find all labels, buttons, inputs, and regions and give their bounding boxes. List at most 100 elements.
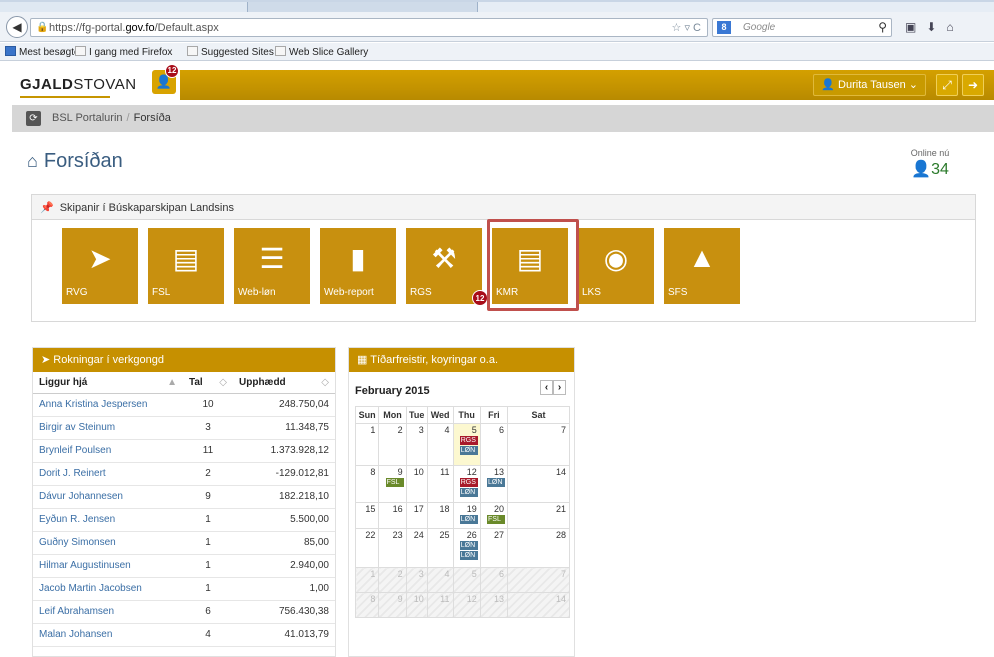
table-row[interactable]: Jacob Martin Jacobsen 1 1,00	[33, 577, 335, 601]
row-name[interactable]: Anna Kristina Jespersen	[33, 393, 183, 417]
calendar-day[interactable]: 5 RGS LØN	[452, 423, 481, 466]
table-row[interactable]: Dávur Johannesen 9 182.218,10	[33, 485, 335, 509]
refresh-icon[interactable]: ⟳	[26, 111, 41, 126]
calendar-day[interactable]: 22	[354, 528, 380, 568]
google-icon[interactable]: 8	[717, 21, 731, 34]
calendar-day[interactable]: 26 LØN LØN	[452, 528, 481, 568]
calendar-event[interactable]: LØN 201	[487, 478, 505, 487]
calendar-day[interactable]: 4	[426, 567, 454, 593]
calendar-day[interactable]: 7	[507, 567, 570, 593]
calendar-day[interactable]: 21	[507, 502, 570, 529]
calendar-event[interactable]: RGS	[459, 436, 478, 445]
logout-button[interactable]: ➜	[962, 74, 984, 96]
table-row[interactable]: Leif Abrahamsen 6 756.430,38	[33, 600, 335, 624]
row-name[interactable]: Hilmar Augustinusen	[33, 554, 183, 578]
calendar-day[interactable]: 27	[479, 528, 509, 568]
tab-2[interactable]	[248, 2, 478, 12]
col-header-count[interactable]: Tal ◇	[183, 372, 233, 394]
calendar-day[interactable]: 3	[405, 567, 428, 593]
calendar-day[interactable]: 9 FSL	[378, 465, 407, 503]
calendar-day[interactable]: 2	[378, 423, 407, 466]
row-name[interactable]: Leif Abrahamsen	[33, 600, 183, 624]
tile-web-report[interactable]: ▮ Web-report	[320, 228, 396, 304]
row-name[interactable]: Eyðun R. Jensen	[33, 508, 183, 532]
tab-1[interactable]	[0, 2, 248, 12]
calendar-day[interactable]: 8	[354, 592, 380, 618]
bookmark-web-slice[interactable]: Web Slice Gallery	[275, 46, 368, 58]
bookmark-firefox[interactable]: I gang med Firefox	[75, 46, 172, 58]
calendar-day[interactable]: 14	[507, 465, 570, 503]
tile-rvg[interactable]: ➤ RVG	[62, 228, 138, 304]
calendar-day[interactable]: 11	[426, 592, 454, 618]
calendar-day[interactable]: 12 RGS LØN	[452, 465, 481, 503]
col-header-amount[interactable]: Upphædd ◇	[233, 372, 335, 394]
reload-icon[interactable]: ☆ ▿ C	[672, 21, 701, 34]
calendar-day[interactable]: 17	[405, 502, 428, 529]
table-row[interactable]: Eyðun R. Jensen 1 5.500,00	[33, 508, 335, 532]
row-name[interactable]: Brynleif Poulsen	[33, 439, 183, 463]
tile-web-lon[interactable]: ☰ Web-løn	[234, 228, 310, 304]
calendar-event[interactable]: LØN	[459, 515, 478, 524]
back-button[interactable]: ◀	[6, 16, 28, 38]
calendar-day[interactable]: 1	[354, 423, 380, 466]
tile-rgs[interactable]: ⚒ RGS	[406, 228, 482, 304]
bookmark-suggested[interactable]: Suggested Sites	[187, 46, 274, 58]
next-month-button[interactable]: ›	[553, 380, 566, 395]
calendar-day[interactable]: 13	[479, 592, 509, 618]
tile-sfs[interactable]: ▲ SFS	[664, 228, 740, 304]
logo[interactable]: GJALDSTOVAN	[20, 76, 137, 93]
user-menu-button[interactable]: 👤 Durita Tausen ⌄	[813, 74, 926, 96]
calendar-day[interactable]: 13LØN 201	[479, 465, 509, 503]
calendar-day[interactable]: 12	[452, 592, 481, 618]
calendar-event[interactable]: LØN	[459, 551, 478, 560]
row-name[interactable]: Jacob Martin Jacobsen	[33, 577, 183, 601]
calendar-day[interactable]: 4	[426, 423, 454, 466]
table-row[interactable]: Birgir av Steinum 3 11.348,75	[33, 416, 335, 440]
calendar-day[interactable]: 5	[452, 567, 481, 593]
calendar-event[interactable]: FSL	[487, 515, 505, 524]
address-bar[interactable]: 🔒 https://fg-portal.gov.fo/Default.aspx …	[30, 18, 708, 37]
calendar-day[interactable]: 3	[405, 423, 428, 466]
calendar-day[interactable]: 9	[378, 592, 407, 618]
fullscreen-button[interactable]: ⤢	[936, 74, 958, 96]
calendar-day[interactable]: 10	[405, 465, 428, 503]
calendar-day[interactable]: 11	[426, 465, 454, 503]
tab-3[interactable]	[478, 2, 994, 12]
calendar-day[interactable]: 19 LØN	[452, 502, 481, 529]
calendar-day[interactable]: 23	[378, 528, 407, 568]
calendar-day[interactable]: 1	[354, 567, 380, 593]
calendar-event[interactable]: LØN	[459, 488, 478, 497]
prev-month-button[interactable]: ‹	[540, 380, 553, 395]
toolbar-icons[interactable]: ▣⬇⌂	[905, 20, 964, 34]
tile-lks[interactable]: ◉ LKS	[578, 228, 654, 304]
breadcrumb-root[interactable]: BSL Portalurin	[52, 112, 123, 124]
table-row[interactable]: Malan Johansen 4 41.013,79	[33, 623, 335, 647]
calendar-day[interactable]: 20 FSL	[479, 502, 509, 529]
table-row[interactable]: Guðny Simonsen 1 85,00	[33, 531, 335, 555]
calendar-day[interactable]: 8	[354, 465, 380, 503]
row-name[interactable]: Dávur Johannesen	[33, 485, 183, 509]
table-row[interactable]: Hilmar Augustinusen 1 2.940,00	[33, 554, 335, 578]
table-row[interactable]: Brynleif Poulsen 11 1.373.928,12	[33, 439, 335, 463]
search-icon[interactable]: ⚲	[878, 20, 887, 34]
search-input[interactable]: 8 Google ⚲	[712, 18, 892, 37]
row-name[interactable]: Malan Johansen	[33, 623, 183, 647]
table-row[interactable]: Anna Kristina Jespersen 10 248.750,04	[33, 393, 335, 417]
calendar-day[interactable]: 7	[507, 423, 570, 466]
table-row[interactable]: Dorit J. Reinert 2 -129.012,81	[33, 462, 335, 486]
calendar-day[interactable]: 24	[405, 528, 428, 568]
row-name[interactable]: Dorit J. Reinert	[33, 462, 183, 486]
calendar-day[interactable]: 10	[405, 592, 428, 618]
col-header-name[interactable]: Liggur hjá ▲	[33, 372, 183, 394]
calendar-day[interactable]: 25	[426, 528, 454, 568]
calendar-day[interactable]: 6	[479, 567, 509, 593]
calendar-event[interactable]: FSL	[385, 478, 404, 487]
tile-fsl[interactable]: ▤ FSL	[148, 228, 224, 304]
calendar-day[interactable]: 6	[479, 423, 509, 466]
bookmark-most-visited[interactable]: Mest besøgte	[5, 46, 80, 58]
row-name[interactable]: Guðny Simonsen	[33, 531, 183, 555]
row-name[interactable]: Birgir av Steinum	[33, 416, 183, 440]
calendar-day[interactable]: 28	[507, 528, 570, 568]
calendar-event[interactable]: LØN	[459, 446, 478, 455]
calendar-event[interactable]: LØN	[459, 541, 478, 550]
